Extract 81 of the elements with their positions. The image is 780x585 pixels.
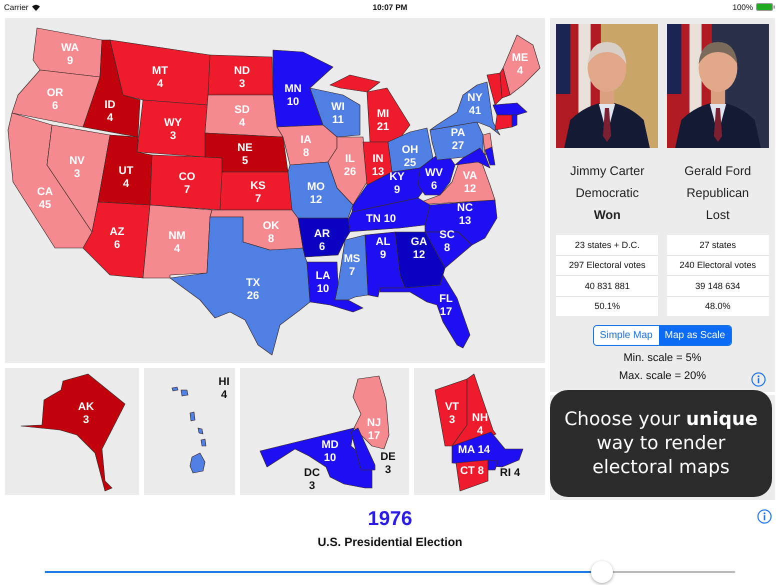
state-label: MD 10 xyxy=(321,439,339,464)
stat-row: 48.0% xyxy=(666,296,769,316)
election-year: 1976 xyxy=(368,508,412,531)
state-label: IA 8 xyxy=(300,134,312,159)
stat-row: 50.1% xyxy=(556,296,658,316)
slider-thumb[interactable] xyxy=(590,561,613,583)
stat-row: 240 Electoral votes xyxy=(666,254,769,275)
state-label: IN 13 xyxy=(372,153,384,178)
state-label: MT 4 xyxy=(152,65,168,90)
state-label: WV 6 xyxy=(425,167,443,192)
state-label: NH 4 xyxy=(472,412,488,437)
state-label: OR 6 xyxy=(46,87,64,112)
state-label: OK 8 xyxy=(262,220,280,245)
state-label: KY 9 xyxy=(389,171,405,196)
state-label: ID 4 xyxy=(104,99,116,124)
state-label: NY 41 xyxy=(467,92,483,117)
state-label: MN 10 xyxy=(284,83,302,108)
info-icon[interactable] xyxy=(751,372,766,387)
state-label: NV 3 xyxy=(69,155,85,180)
state-label: ND 3 xyxy=(234,65,250,90)
state-label: DC 3 xyxy=(304,467,320,492)
state-label: AZ 6 xyxy=(110,226,124,251)
state-label: AK 3 xyxy=(78,401,94,426)
party-name: Democratic xyxy=(576,186,639,200)
state-label: CO 7 xyxy=(178,171,196,196)
clock-time: 10:07 PM xyxy=(372,2,408,12)
stat-row-text: 27 states xyxy=(698,238,738,252)
wifi-icon xyxy=(31,3,42,11)
carrier-label: Carrier xyxy=(4,2,28,12)
segment-tab[interactable]: Simple Map xyxy=(594,326,659,345)
state-label: VT 3 xyxy=(444,401,460,426)
state-label: IL 26 xyxy=(344,153,356,178)
state-label: AL 9 xyxy=(376,236,390,261)
result-label: Lost xyxy=(706,208,730,222)
state-label: UT 4 xyxy=(118,165,134,190)
segment-tab[interactable]: Map as Scale xyxy=(658,326,732,345)
state-label: MO 12 xyxy=(307,181,325,206)
year-slider[interactable] xyxy=(45,561,735,583)
tip-bubble: Choose your unique way to render electoral maps xyxy=(550,390,772,497)
state-label: LA 10 xyxy=(316,270,330,295)
state-label: MI 21 xyxy=(376,108,390,133)
state-label: DE 3 xyxy=(380,451,396,476)
stat-row: 297 Electoral votes xyxy=(556,254,658,275)
state-label: MS 7 xyxy=(344,253,360,278)
info-icon[interactable] xyxy=(757,509,772,524)
stat-row-text: 23 states + D.C. xyxy=(574,238,641,252)
candidate-name: Gerald Ford xyxy=(684,164,752,178)
state-label: OH 25 xyxy=(402,144,418,169)
state-label: SD 4 xyxy=(234,104,250,129)
state-label: VA 12 xyxy=(462,170,478,195)
stat-row: 39 148 634 xyxy=(666,275,769,296)
state-label: PA 27 xyxy=(450,127,466,152)
candidate-name: Jimmy Carter xyxy=(570,164,644,178)
state-label: NE 5 xyxy=(237,142,253,167)
state-label: TN 10 xyxy=(366,213,396,225)
min-scale-label: Min. scale = 5% xyxy=(624,352,702,364)
state-label: NJ 17 xyxy=(366,417,382,442)
state-label: SC 8 xyxy=(439,229,455,254)
state-label: NC 13 xyxy=(457,202,473,227)
state-label: TX 26 xyxy=(246,277,260,302)
result-label: Won xyxy=(594,208,621,222)
state-label: WI 11 xyxy=(331,101,345,126)
battery-percent: 100% xyxy=(732,2,753,12)
state-label: NM 4 xyxy=(168,230,186,255)
state-label: WY 3 xyxy=(164,117,182,142)
state-label: CA 45 xyxy=(37,186,53,211)
max-scale-label: Max. scale = 20% xyxy=(618,370,706,382)
state-label: KS 7 xyxy=(250,180,266,205)
state-label: RI 4 xyxy=(500,467,520,479)
state-label: ME 4 xyxy=(512,52,528,77)
stat-row: 40 831 881 xyxy=(556,275,658,296)
state-label: GA 12 xyxy=(410,236,428,261)
state-label: AR 6 xyxy=(314,228,330,253)
state-label: WA 9 xyxy=(61,42,79,67)
state-label: MA 14 xyxy=(458,444,490,456)
state-label: CT 8 xyxy=(460,465,484,477)
party-name: Republican xyxy=(686,186,750,200)
election-title: U.S. Presidential Election xyxy=(318,535,462,549)
state-label: FL 17 xyxy=(439,293,453,318)
battery-icon xyxy=(756,3,776,11)
state-label: HI 4 xyxy=(218,376,230,401)
